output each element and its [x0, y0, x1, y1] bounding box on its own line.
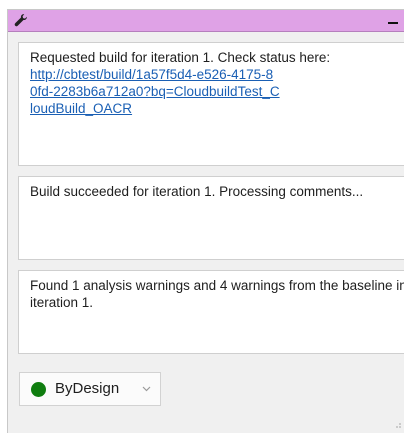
build-status-link[interactable]: http://cbtest/build/1a57f5d4-e526-4175-8…	[30, 66, 280, 117]
comment-text: Found 1 analysis warnings and 4 warnings…	[30, 278, 404, 310]
comment-requested-build: Requested build for iteration 1. Check s…	[18, 42, 404, 166]
comment-warnings-found: Found 1 analysis warnings and 4 warnings…	[18, 270, 404, 354]
comment-build-succeeded: Build succeeded for iteration 1. Process…	[18, 176, 404, 260]
status-label: ByDesign	[55, 380, 120, 397]
comment-text: Build succeeded for iteration 1. Process…	[30, 184, 364, 199]
comment-panel: Requested build for iteration 1. Check s…	[7, 9, 404, 433]
comment-text: Requested build for iteration 1. Check s…	[30, 50, 331, 65]
minimize-button[interactable]	[384, 11, 402, 29]
wrench-icon	[14, 14, 27, 27]
resize-grip-icon[interactable]	[392, 419, 402, 429]
status-dropdown[interactable]: ByDesign	[19, 372, 161, 406]
status-indicator-icon	[31, 382, 46, 397]
chevron-down-icon	[142, 386, 151, 392]
title-bar	[8, 10, 404, 32]
minimize-icon	[388, 22, 398, 24]
